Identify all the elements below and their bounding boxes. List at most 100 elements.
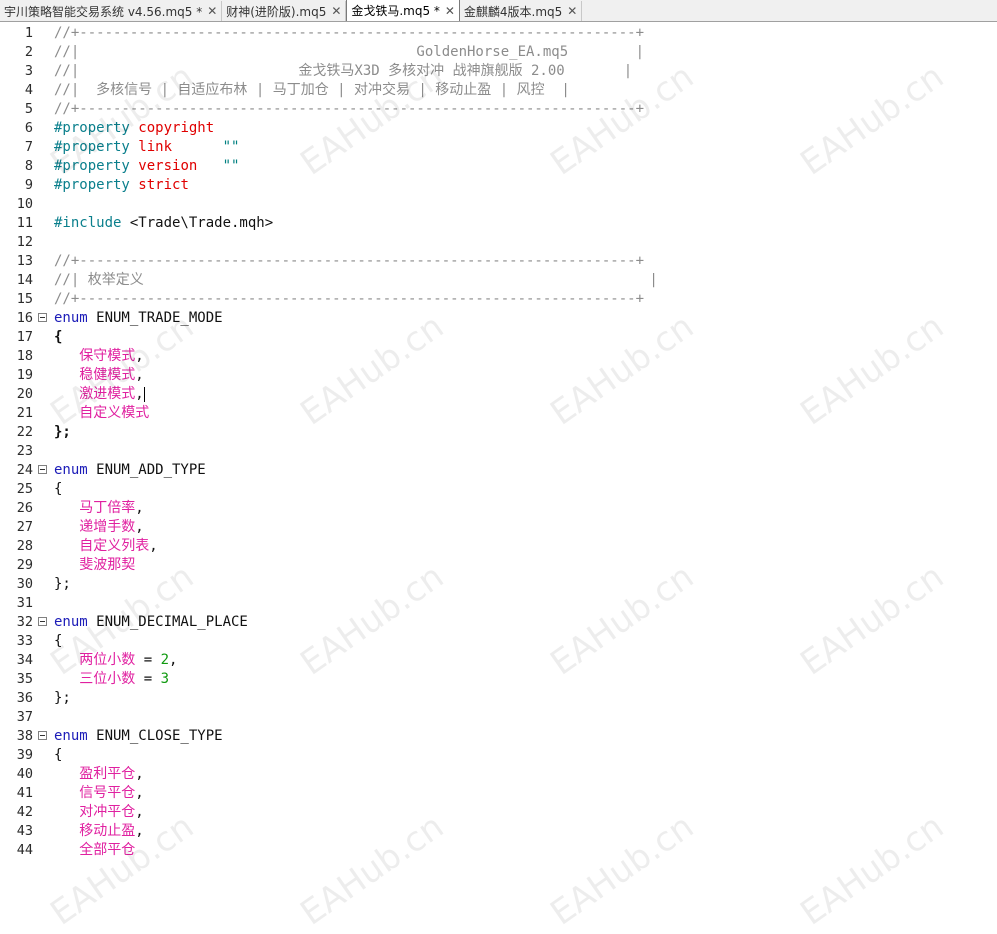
code-line[interactable]: 43 移动止盈, [0, 822, 997, 841]
line-number: 11 [16, 215, 33, 231]
fold-toggle-icon[interactable] [38, 731, 47, 740]
code-text: //+-------------------------------------… [54, 290, 644, 309]
line-number: 3 [24, 63, 33, 79]
code-token: version [138, 158, 198, 174]
code-token: 2 [160, 652, 170, 668]
close-icon[interactable]: ✕ [206, 5, 218, 17]
code-line[interactable]: 17 { [0, 328, 997, 347]
code-line[interactable]: 14 //| 枚举定义 | [0, 271, 997, 290]
code-token: "" [222, 139, 240, 155]
code-text: 稳健模式, [54, 366, 143, 385]
code-line[interactable]: 40 盈利平仓, [0, 765, 997, 784]
code-line[interactable]: 39 { [0, 746, 997, 765]
code-line[interactable]: 13 //+-----------------------------------… [0, 252, 997, 271]
tab-2[interactable]: 金戈铁马.mq5 * ✕ [346, 0, 460, 21]
code-editor[interactable]: 1 //+------------------------------------… [0, 24, 997, 869]
tab-label: 财神(进阶版).mq5 [226, 4, 327, 19]
code-line[interactable]: 18 保守模式, [0, 347, 997, 366]
code-line[interactable]: 11 #include <Trade\Trade.mqh> [0, 214, 997, 233]
code-line[interactable]: 24 enum ENUM_ADD_TYPE [0, 461, 997, 480]
code-line[interactable]: 27 递增手数, [0, 518, 997, 537]
code-line[interactable]: 26 马丁倍率, [0, 499, 997, 518]
code-line[interactable]: 22}; [0, 423, 997, 442]
code-line[interactable]: 35 三位小数 = 3 [0, 670, 997, 689]
close-icon[interactable]: ✕ [566, 5, 578, 17]
code-line[interactable]: 32 enum ENUM_DECIMAL_PLACE [0, 613, 997, 632]
fold-toggle-icon[interactable] [38, 465, 47, 474]
code-token: 3 [160, 671, 170, 687]
code-text: #property version "" [54, 157, 239, 176]
code-token: 马丁倍率 [79, 500, 136, 516]
code-line[interactable]: 8 #property version "" [0, 157, 997, 176]
code-token: //| GoldenHorse_EA.mq5 | [54, 44, 645, 60]
code-text: //+-------------------------------------… [54, 252, 644, 271]
line-number: 39 [16, 747, 33, 763]
text-caret [143, 386, 145, 402]
code-line[interactable]: 15 //+-----------------------------------… [0, 290, 997, 309]
code-text: //+-------------------------------------… [54, 24, 644, 43]
code-line[interactable]: 25 { [0, 480, 997, 499]
line-number: 34 [16, 652, 33, 668]
code-line[interactable]: 4 //| 多核信号 | 自适应布林 | 马丁加仓 | 对冲交易 | 移动止盈 |… [0, 81, 997, 100]
code-line[interactable]: 42 对冲平仓, [0, 803, 997, 822]
code-line[interactable]: 44 全部平仓 [0, 841, 997, 860]
code-line[interactable]: 3 //| 金戈铁马X3D 多核对冲 战神旗舰版 2.00 | [0, 62, 997, 81]
code-line[interactable]: 30}; [0, 575, 997, 594]
code-line[interactable]: 23 [0, 442, 997, 461]
code-line[interactable]: 20 激进模式, [0, 385, 997, 404]
line-number: 29 [16, 557, 33, 573]
code-line[interactable]: 36}; [0, 689, 997, 708]
fold-toggle-icon[interactable] [38, 617, 47, 626]
code-text: { [54, 480, 62, 499]
code-line[interactable]: 33 { [0, 632, 997, 651]
line-number: 20 [16, 386, 33, 402]
code-token: ENUM_TRADE_MODE [87, 310, 223, 326]
code-token: strict [138, 177, 189, 193]
code-text: enum ENUM_TRADE_MODE [54, 309, 223, 328]
code-line[interactable]: 2 //| GoldenHorse_EA.mq5 | [0, 43, 997, 62]
code-line[interactable]: 38 enum ENUM_CLOSE_TYPE [0, 727, 997, 746]
code-line[interactable]: 5 //+------------------------------------… [0, 100, 997, 119]
code-token: , [149, 538, 158, 554]
code-token: , [135, 348, 144, 364]
code-line[interactable]: 37 [0, 708, 997, 727]
code-line[interactable]: 21 自定义模式 [0, 404, 997, 423]
code-token: copyright [138, 120, 215, 136]
code-line[interactable]: 41 信号平仓, [0, 784, 997, 803]
fold-toggle-icon[interactable] [38, 313, 47, 322]
code-line[interactable]: 16 enum ENUM_TRADE_MODE [0, 309, 997, 328]
code-text: { [54, 328, 62, 347]
code-token: 全部平仓 [79, 842, 136, 858]
tab-1[interactable]: 财神(进阶版).mq5 ✕ [222, 1, 347, 21]
code-line[interactable]: 34 两位小数 = 2, [0, 651, 997, 670]
tab-label: 宇川策略智能交易系统 v4.56.mq5 * [4, 4, 203, 19]
tab-3[interactable]: 金麒麟4版本.mq5 ✕ [460, 1, 583, 21]
line-number: 5 [24, 101, 33, 117]
code-line[interactable]: 12 [0, 233, 997, 252]
code-text: }; [54, 689, 71, 708]
code-text: #property link "" [54, 138, 239, 157]
code-line[interactable]: 29 斐波那契 [0, 556, 997, 575]
code-text: }; [54, 423, 71, 442]
code-line[interactable]: 28 自定义列表, [0, 537, 997, 556]
close-icon[interactable]: ✕ [330, 5, 342, 17]
code-line[interactable]: 9 #property strict [0, 176, 997, 195]
tab-0[interactable]: 宇川策略智能交易系统 v4.56.mq5 * ✕ [0, 1, 223, 21]
code-token: 递增手数 [79, 519, 136, 535]
code-line[interactable]: 19 稳健模式, [0, 366, 997, 385]
code-line[interactable]: 31 [0, 594, 997, 613]
close-icon[interactable]: ✕ [444, 5, 456, 17]
code-line[interactable]: 1 //+------------------------------------… [0, 24, 997, 43]
code-line[interactable]: 6 #property copyright [0, 119, 997, 138]
code-line[interactable]: 7 #property link "" [0, 138, 997, 157]
code-text: //| GoldenHorse_EA.mq5 | [54, 43, 644, 62]
code-line[interactable]: 10 [0, 195, 997, 214]
line-number: 1 [24, 25, 33, 41]
